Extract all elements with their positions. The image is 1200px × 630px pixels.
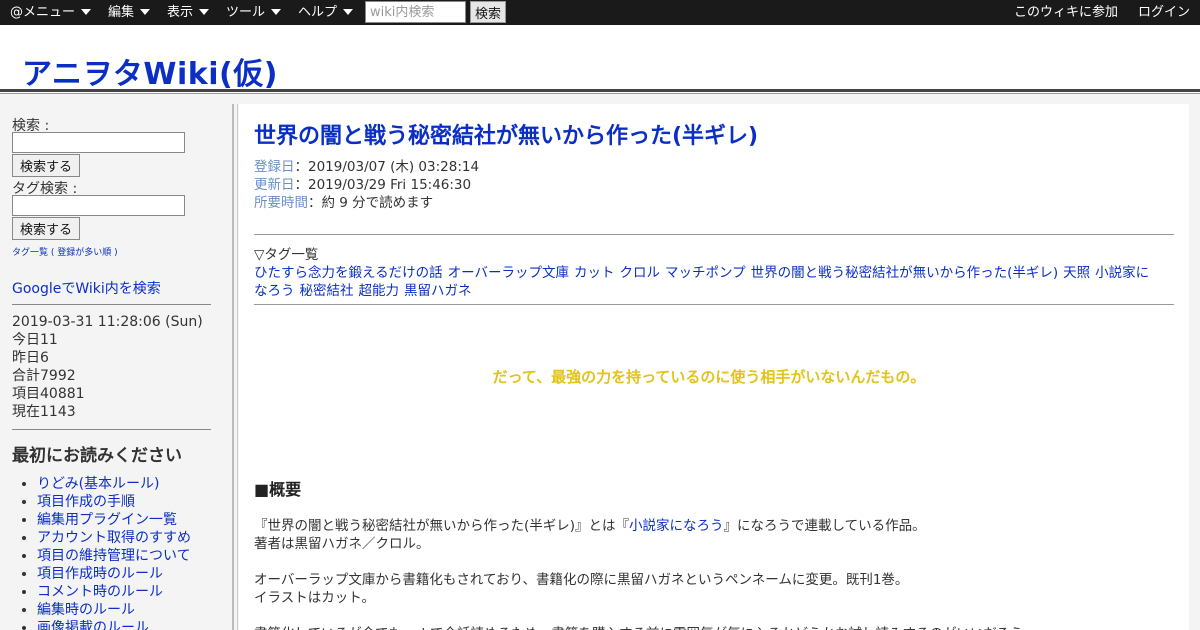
main-content: 世界の闇と戦う秘密結社が無いから作った(半ギレ) 登録日：2019/03/07 … xyxy=(239,104,1189,630)
sidebar-divider xyxy=(12,429,211,430)
sidebar-link[interactable]: 項目作成時のルール xyxy=(37,566,163,582)
caret-down-icon xyxy=(81,8,92,15)
list-item: 編集時のルール xyxy=(37,601,191,619)
sidebar-link[interactable]: アカウント取得のすすめ xyxy=(37,530,191,546)
meta-registered: 登録日：2019/03/07 (木) 03:28:14 xyxy=(254,155,479,175)
menu-label: 編集 xyxy=(108,5,135,20)
tags-heading[interactable]: ▽タグ一覧 xyxy=(254,243,318,263)
site-header: アニヲタWiki(仮) xyxy=(0,25,1200,92)
section-heading: ■概要 xyxy=(254,480,302,499)
paragraph-line: 書籍化しているが今でもwebで全話読めるため、書籍を購入する前に雰囲気が気に入る… xyxy=(254,622,1036,630)
tag-list-links: タグ一覧 ( 登録が多い順 ) xyxy=(12,245,118,258)
site-title[interactable]: アニヲタWiki(仮) xyxy=(22,49,278,93)
sidebar-link[interactable]: 画像掲載のルール xyxy=(37,620,149,630)
list-item: アカウント取得のすすめ xyxy=(37,529,191,547)
meta-updated: 更新日：2019/03/29 Fri 15:46:30 xyxy=(254,173,471,193)
counter-total: 合計7992 xyxy=(12,368,76,384)
main-divider xyxy=(254,234,1174,235)
narou-link[interactable]: 小説家になろう xyxy=(629,518,724,534)
list-item: 項目作成時のルール xyxy=(37,565,191,583)
list-item: 編集用プラグイン一覧 xyxy=(37,511,191,529)
meta-value: ：約 9 分で読めます xyxy=(308,195,434,211)
counter-now: 現在1143 xyxy=(12,404,76,420)
tags-line-2: なろう 秘密結社 超能力 黒留ハガネ xyxy=(254,279,477,299)
paragraph-line: イラストはカット。 xyxy=(254,590,375,606)
menu-view[interactable]: 表示 xyxy=(167,0,210,25)
tag-link[interactable]: 世界の闇と戦う秘密結社が無いから作った(半ギレ) xyxy=(751,265,1059,281)
wiki-search-input[interactable] xyxy=(365,1,466,23)
tag-search-button[interactable]: 検索する xyxy=(12,217,80,240)
tag-link[interactable]: マッチポンプ xyxy=(665,265,746,281)
paren-open: ( xyxy=(50,248,55,258)
google-search-link[interactable]: GoogleでWiki内を検索 xyxy=(12,278,161,298)
tag-link[interactable]: 黒留ハガネ xyxy=(404,283,472,299)
list-item: コメント時のルール xyxy=(37,583,191,601)
sidebar-heading: 最初にお読みください xyxy=(12,446,182,466)
tag-link[interactable]: なろう xyxy=(254,283,295,299)
paragraph-line: 著者は黒留ハガネ／クロル。 xyxy=(254,536,430,552)
paren-close: ) xyxy=(114,248,118,258)
menu-label: @メニュー xyxy=(10,5,76,20)
caret-down-icon xyxy=(343,8,354,15)
menu-tools[interactable]: ツール xyxy=(226,0,282,25)
tag-list-popular-link[interactable]: 登録が多い順 xyxy=(57,248,111,258)
caret-down-icon xyxy=(199,8,210,15)
sidebar-link[interactable]: 編集用プラグイン一覧 xyxy=(37,512,177,528)
sidebar-link[interactable]: 項目作成の手順 xyxy=(37,494,135,510)
sidebar-link[interactable]: コメント時のルール xyxy=(37,584,163,600)
text: 』になろうで連載している作品。 xyxy=(723,518,926,534)
meta-key: 所要時間 xyxy=(254,195,308,211)
sidebar-search-input[interactable] xyxy=(12,132,185,153)
datetime: 2019-03-31 11:28:06 (Sun) xyxy=(12,314,203,330)
top-menubar: @メニュー 編集 表示 ツール ヘルプ 検索 このウィキに参加 ログイン xyxy=(0,0,1200,25)
sidebar-link[interactable]: りどみ(基本ルール) xyxy=(37,476,160,492)
login-link[interactable]: ログイン xyxy=(1138,0,1190,25)
sidebar-link-list: りどみ(基本ルール) 項目作成の手順 編集用プラグイン一覧 アカウント取得のすす… xyxy=(22,475,191,630)
counter-yesterday: 昨日6 xyxy=(12,350,49,366)
menu-edit[interactable]: 編集 xyxy=(108,0,151,25)
tag-link[interactable]: 小説家に xyxy=(1095,265,1149,281)
menu-help[interactable]: ヘルプ xyxy=(298,0,354,25)
tag-link[interactable]: 天照 xyxy=(1063,265,1090,281)
main-divider xyxy=(254,304,1174,305)
sidebar-border xyxy=(232,104,234,630)
tag-search-input[interactable] xyxy=(12,195,185,216)
highlight-quote: だって、最強の力を持っているのに使う相手がいないんだもの。 xyxy=(492,368,926,386)
page-title[interactable]: 世界の闇と戦う秘密結社が無いから作った(半ギレ) xyxy=(254,118,758,150)
list-item: 項目の維持管理について xyxy=(37,547,191,565)
sidebar-search-button[interactable]: 検索する xyxy=(12,154,80,177)
tag-link[interactable]: 超能力 xyxy=(359,283,400,299)
counter-today: 今日11 xyxy=(12,332,58,348)
sidebar-link[interactable]: 項目の維持管理について xyxy=(37,548,191,564)
tag-link[interactable]: カット xyxy=(574,265,615,281)
counter-items: 項目40881 xyxy=(12,386,85,402)
header-divider xyxy=(0,89,1200,92)
sidebar-border-thin xyxy=(237,104,238,630)
tag-list-link[interactable]: タグ一覧 xyxy=(12,248,48,258)
list-item: 項目作成の手順 xyxy=(37,493,191,511)
tag-link[interactable]: 秘密結社 xyxy=(300,283,354,299)
join-wiki-link[interactable]: このウィキに参加 xyxy=(1014,0,1118,25)
sidebar-divider xyxy=(12,304,211,305)
tag-link[interactable]: クロル xyxy=(619,265,660,281)
menu-label: ツール xyxy=(226,5,266,20)
caret-down-icon xyxy=(271,8,282,15)
list-item: 画像掲載のルール xyxy=(37,619,191,630)
paragraph-line: オーバーラップ文庫から書籍化もされており、書籍化の際に黒留ハガネというペンネーム… xyxy=(254,572,909,588)
menu-label: 表示 xyxy=(167,5,194,20)
list-item: りどみ(基本ルール) xyxy=(37,475,191,493)
wiki-search-button[interactable]: 検索 xyxy=(470,1,506,23)
caret-down-icon xyxy=(140,8,151,15)
sidebar-link[interactable]: 編集時のルール xyxy=(37,602,135,618)
menu-label: ヘルプ xyxy=(298,5,338,20)
meta-reading-time: 所要時間：約 9 分で読めます xyxy=(254,191,433,211)
tags-line-1: ひたすら念力を鍛えるだけの話 オーバーラップ文庫 カット クロル マッチポンプ 世界の闇と… xyxy=(254,261,1149,281)
menu-at-menu[interactable]: @メニュー xyxy=(10,0,92,25)
paragraph-line: 『世界の闇と戦う秘密結社が無いから作った(半ギレ)』とは『小説家になろう』になろ… xyxy=(254,514,926,534)
